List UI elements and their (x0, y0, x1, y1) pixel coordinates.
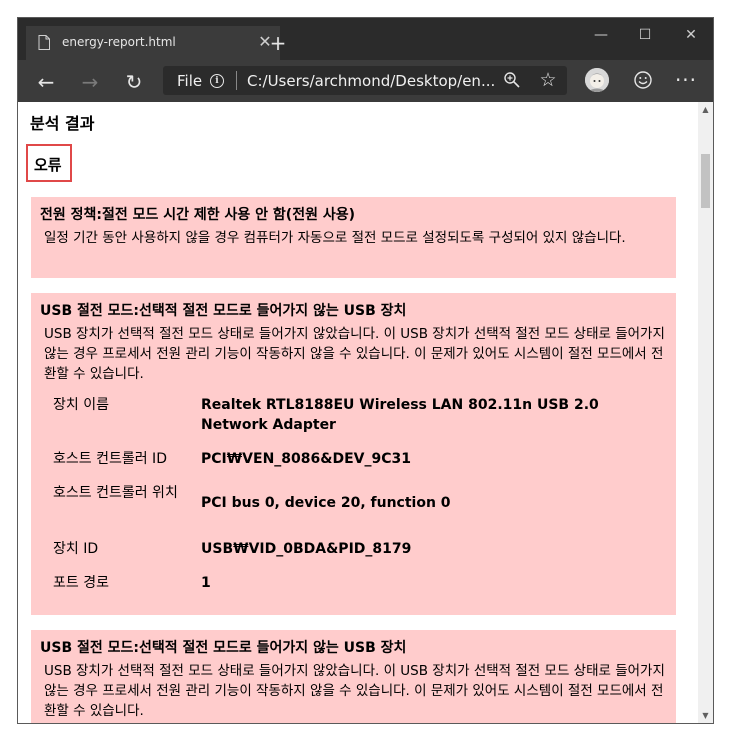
scrollbar-thumb[interactable] (701, 154, 710, 208)
zoom-icon[interactable] (503, 71, 521, 89)
more-options-icon[interactable]: ··· (674, 68, 698, 92)
new-tab-icon[interactable]: + (268, 33, 288, 53)
error-card-description: USB 장치가 선택적 절전 모드 상태로 들어가지 않았습니다. 이 USB … (44, 663, 665, 719)
tab-title: energy-report.html (62, 35, 176, 49)
error-heading-highlight: 오류 (26, 144, 72, 182)
detail-key: 호스트 컨트롤러 위치 (53, 485, 178, 501)
error-card-title: 전원 정책:절전 모드 시간 제한 사용 안 함(전원 사용) (40, 207, 355, 223)
detail-value: 1 (201, 575, 211, 591)
forward-arrow-icon[interactable]: → (78, 70, 102, 94)
error-card: USB 절전 모드:선택적 절전 모드로 들어가지 않는 USB 장치 USB … (31, 630, 676, 723)
detail-value: PCI₩VEN_8086&DEV_9C31 (201, 451, 411, 467)
detail-key: 장치 ID (53, 541, 99, 557)
detail-value: USB₩VID_0BDA&PID_8179 (201, 541, 412, 557)
scroll-up-arrow-icon[interactable]: ▲ (698, 102, 713, 117)
avatar-image-icon (585, 68, 609, 92)
favorite-star-icon[interactable]: ☆ (537, 69, 559, 91)
refresh-icon[interactable]: ↻ (122, 70, 146, 94)
page-icon (38, 35, 50, 50)
section-title: 분석 결과 (30, 114, 95, 133)
detail-key: 포트 경로 (53, 575, 109, 591)
error-card-title: USB 절전 모드:선택적 절전 모드로 들어가지 않는 USB 장치 (40, 303, 407, 319)
detail-value: PCI bus 0, device 20, function 0 (201, 495, 451, 511)
back-arrow-icon[interactable]: ← (34, 70, 58, 94)
detail-value: Realtek RTL8188EU Wireless LAN 802.11n U… (201, 397, 599, 433)
error-heading: 오류 (34, 156, 62, 174)
close-window-icon[interactable]: ✕ (676, 24, 706, 46)
minimize-icon[interactable]: — (586, 24, 616, 46)
address-scheme-label: File (177, 72, 203, 90)
site-info-icon[interactable]: i (210, 74, 224, 88)
address-url[interactable]: C:/Users/archmond/Desktop/en... (247, 72, 495, 90)
feedback-smiley-icon[interactable] (633, 70, 653, 90)
tab-bar: energy-report.html ✕ + — ☐ ✕ (18, 18, 713, 60)
detail-key: 호스트 컨트롤러 ID (53, 451, 167, 467)
profile-avatar[interactable] (585, 68, 609, 92)
page-content: 분석 결과 오류 전원 정책:절전 모드 시간 제한 사용 안 함(전원 사용)… (18, 102, 698, 723)
error-card-title: USB 절전 모드:선택적 절전 모드로 들어가지 않는 USB 장치 (40, 640, 407, 656)
tab-energy-report[interactable]: energy-report.html ✕ (26, 26, 280, 60)
maximize-icon[interactable]: ☐ (630, 24, 660, 46)
address-divider (236, 71, 237, 90)
error-card-description: USB 장치가 선택적 절전 모드 상태로 들어가지 않았습니다. 이 USB … (44, 326, 665, 382)
navigation-toolbar: ← → ↻ File i C:/Users/archmond/Desktop/e… (18, 60, 713, 102)
address-bar[interactable]: File i C:/Users/archmond/Desktop/en... ☆ (163, 66, 567, 95)
error-card: USB 절전 모드:선택적 절전 모드로 들어가지 않는 USB 장치 USB … (31, 293, 676, 615)
browser-window: energy-report.html ✕ + — ☐ ✕ ← → ↻ File … (17, 17, 714, 724)
vertical-scrollbar[interactable]: ▲ ▼ (698, 102, 713, 723)
detail-key: 장치 이름 (53, 397, 109, 413)
scroll-down-arrow-icon[interactable]: ▼ (698, 708, 713, 723)
error-card: 전원 정책:절전 모드 시간 제한 사용 안 함(전원 사용) 일정 기간 동안… (31, 197, 676, 278)
error-card-description: 일정 기간 동안 사용하지 않을 경우 컴퓨터가 자동으로 절전 모드로 설정되… (44, 230, 626, 246)
